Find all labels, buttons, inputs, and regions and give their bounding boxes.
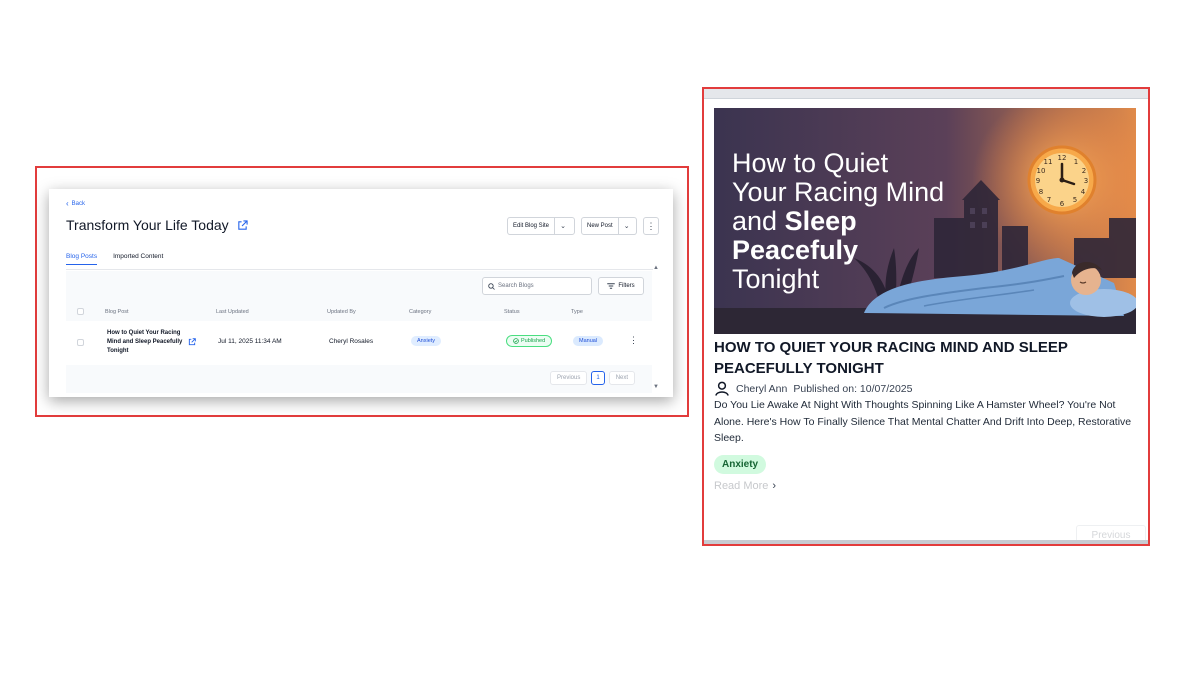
hero-line-2: Your Racing Mind <box>732 177 944 207</box>
tab-imported-content[interactable]: Imported Content <box>113 253 163 265</box>
col-blog-post: Blog Post <box>105 309 129 315</box>
type-badge: Manual <box>573 336 604 346</box>
svg-text:8: 8 <box>1039 188 1043 196</box>
post-preview-frame: 12 1 2 3 45 6 78 9 10 11 How to Quiet Your Rac… <box>702 87 1150 546</box>
hero-line-1: How to Quiet <box>732 148 889 178</box>
row-post-title[interactable]: How to Quiet Your Racing Mind and Sleep … <box>107 329 183 356</box>
edit-blog-site-button[interactable]: Edit Blog Site ⌄ <box>507 217 575 235</box>
search-input[interactable]: Search Blogs <box>482 277 592 295</box>
svg-text:10: 10 <box>1037 167 1046 175</box>
edit-blog-site-label: Edit Blog Site <box>513 223 550 229</box>
chevron-down-icon[interactable]: ⌄ <box>617 218 635 234</box>
site-title-text: Transform Your Life Today <box>66 217 229 233</box>
row-checkbox[interactable] <box>77 339 84 346</box>
external-link-icon[interactable] <box>188 338 196 346</box>
scroll-up-arrow-icon[interactable]: ▲ <box>653 265 659 271</box>
external-link-icon[interactable] <box>237 219 248 231</box>
browser-top-bar <box>704 89 1148 99</box>
svg-text:4: 4 <box>1081 188 1086 196</box>
hero-line-3b: Sleep <box>785 206 857 236</box>
publish-date: Published on: 10/07/2025 <box>793 382 913 395</box>
kebab-menu-icon[interactable]: ⋮ <box>643 217 659 235</box>
user-icon <box>715 381 729 396</box>
col-updated-by: Updated By <box>327 309 356 315</box>
post-excerpt: Do You Lie Awake At Night With Thoughts … <box>714 399 1132 444</box>
status-badge: Published <box>506 335 553 347</box>
hero-line-4: Peacefuly <box>732 235 858 265</box>
tab-blog-posts[interactable]: Blog Posts <box>66 253 98 265</box>
back-label: Back <box>71 201 86 207</box>
search-placeholder: Search Blogs <box>498 283 534 289</box>
hero-line-3a: and <box>732 206 785 236</box>
status-text: Published <box>521 338 546 344</box>
col-category: Category <box>409 309 432 315</box>
svg-text:7: 7 <box>1047 196 1051 204</box>
table-row[interactable]: How to Quiet Your Racing Mind and Sleep … <box>66 321 652 365</box>
blog-admin-window: ‹ Back Transform Your Life Today Edit Bl… <box>49 189 673 397</box>
tab-divider <box>66 269 653 270</box>
pagination: Previous 1 Next <box>550 371 636 385</box>
svg-text:6: 6 <box>1060 200 1065 208</box>
check-circle-icon <box>513 338 519 344</box>
category-tag[interactable]: Anxiety <box>714 455 767 474</box>
page-title: Transform Your Life Today <box>66 217 248 233</box>
row-updated-by: Cheryl Rosales <box>329 338 374 345</box>
filters-label: Filters <box>618 283 635 289</box>
kebab-menu-icon[interactable]: ⋮ <box>629 335 638 346</box>
chevron-right-icon: › <box>772 480 777 492</box>
select-all-checkbox[interactable] <box>77 308 84 315</box>
filters-button[interactable]: Filters <box>598 277 644 295</box>
page-number-button[interactable]: 1 <box>591 371 605 385</box>
col-last-updated: Last Updated <box>216 309 249 315</box>
post-heading[interactable]: HOW TO QUIET YOUR RACING MIND AND SLEEP … <box>714 337 1104 379</box>
col-status: Status <box>504 309 520 315</box>
back-link[interactable]: ‹ Back <box>66 199 86 208</box>
blog-posts-table: Search Blogs Filters Blog Post Last Upda… <box>66 271 652 393</box>
svg-text:5: 5 <box>1073 196 1077 204</box>
svg-text:12: 12 <box>1058 154 1067 162</box>
hero-line-5: Tonight <box>732 264 820 294</box>
tab-bar: Blog Posts Imported Content <box>66 253 163 265</box>
category-badge: Anxiety <box>411 336 442 346</box>
svg-text:9: 9 <box>1036 177 1040 185</box>
row-last-updated: Jul 11, 2025 11:34 AM <box>218 338 282 345</box>
previous-page-button[interactable]: Previous <box>550 371 588 385</box>
chevron-left-icon: ‹ <box>66 199 69 208</box>
new-post-label: New Post <box>587 223 613 229</box>
svg-text:1: 1 <box>1074 158 1078 166</box>
browser-bottom-bar <box>704 540 1148 544</box>
svg-text:3: 3 <box>1084 177 1088 185</box>
read-more-link[interactable]: Read More › <box>714 480 776 492</box>
clock-icon: 12 12 3 45 6 78 9 1011 <box>1027 145 1097 215</box>
svg-text:11: 11 <box>1044 158 1053 166</box>
new-post-button[interactable]: New Post ⌄ <box>581 217 637 235</box>
filter-icon <box>607 283 616 289</box>
svg-text:2: 2 <box>1082 167 1086 175</box>
read-more-label: Read More <box>714 480 769 492</box>
next-page-button[interactable]: Next <box>608 371 636 385</box>
admin-screenshot-frame: ‹ Back Transform Your Life Today Edit Bl… <box>35 166 689 417</box>
chevron-down-icon[interactable]: ⌄ <box>554 218 571 234</box>
col-type: Type <box>571 309 583 315</box>
scroll-down-arrow-icon[interactable]: ▼ <box>653 384 659 390</box>
hero-image[interactable]: 12 12 3 45 6 78 9 1011 How to Quiet Your Rac… <box>714 108 1136 334</box>
search-icon <box>488 282 495 290</box>
table-header: Blog Post Last Updated Updated By Catego… <box>66 303 652 321</box>
post-meta: Cheryl Ann Published on: 10/07/2025 <box>714 381 912 396</box>
author-name: Cheryl Ann <box>736 382 788 395</box>
hero-line-3: and Sleep <box>732 206 857 236</box>
